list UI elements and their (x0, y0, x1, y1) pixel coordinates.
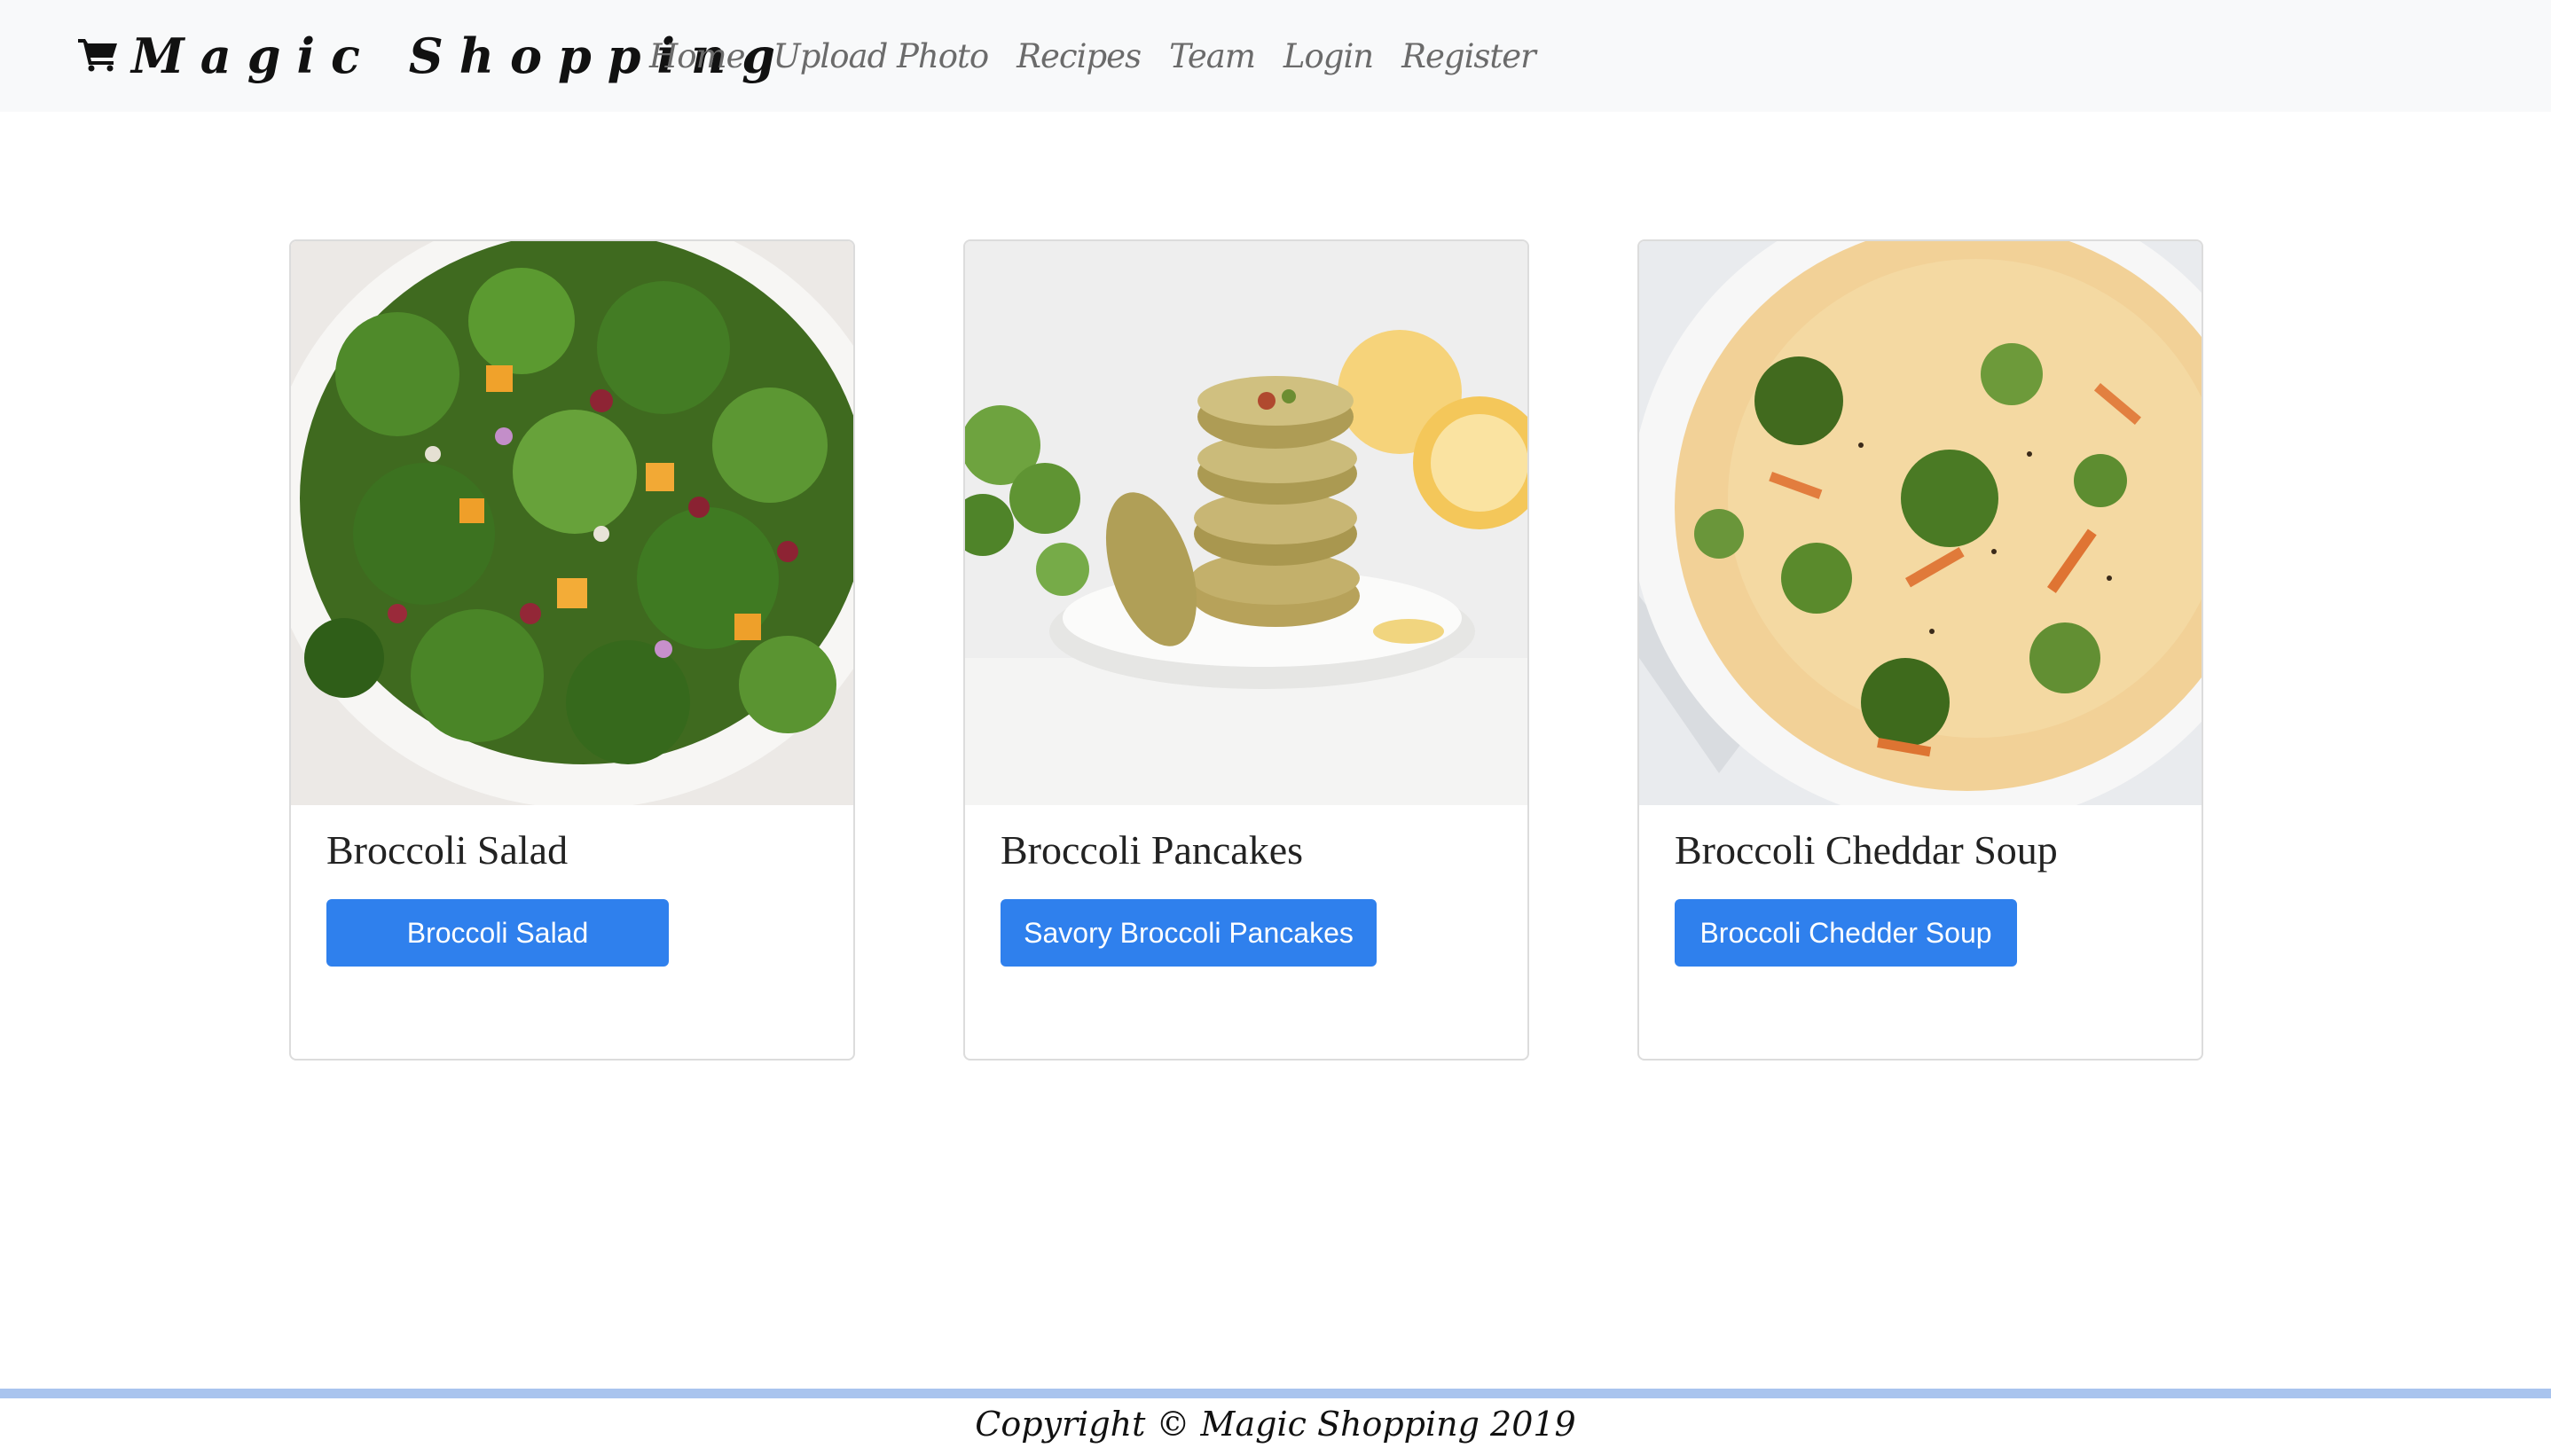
nav-upload-photo[interactable]: Upload Photo (773, 37, 990, 75)
card-title: Broccoli Cheddar Soup (1675, 827, 2058, 873)
recipe-card-broccoli-cheddar-soup: Broccoli Cheddar Soup Broccoli Chedder S… (1637, 239, 2203, 1061)
footer-copyright: Copyright © Magic Shopping 2019 (975, 1405, 1576, 1444)
broccoli-cheddar-soup-image (1639, 241, 2202, 805)
nav-home[interactable]: Home (649, 37, 746, 75)
broccoli-salad-image (291, 241, 853, 805)
recipe-card-broccoli-pancakes: Broccoli Pancakes Savory Broccoli Pancak… (963, 239, 1529, 1061)
recipe-card-broccoli-salad: Broccoli Salad Broccoli Salad (289, 239, 855, 1061)
nav-team[interactable]: Team (1169, 37, 1256, 75)
broccoli-salad-button[interactable]: Broccoli Salad (326, 899, 669, 967)
broccoli-chedder-soup-button[interactable]: Broccoli Chedder Soup (1675, 899, 2017, 967)
shopping-cart-icon (78, 36, 131, 76)
card-title: Broccoli Salad (326, 827, 569, 873)
nav-recipes[interactable]: Recipes (1016, 37, 1142, 75)
nav-register[interactable]: Register (1401, 37, 1536, 75)
savory-broccoli-pancakes-button[interactable]: Savory Broccoli Pancakes (1001, 899, 1377, 967)
navbar: Magic Shopping Home Upload Photo Recipes… (0, 0, 2551, 112)
broccoli-pancakes-image (965, 241, 1527, 805)
nav-links: Home Upload Photo Recipes Team Login Reg… (649, 27, 1564, 85)
nav-login[interactable]: Login (1283, 37, 1374, 75)
footer-divider (0, 1389, 2551, 1398)
card-title: Broccoli Pancakes (1001, 827, 1304, 873)
